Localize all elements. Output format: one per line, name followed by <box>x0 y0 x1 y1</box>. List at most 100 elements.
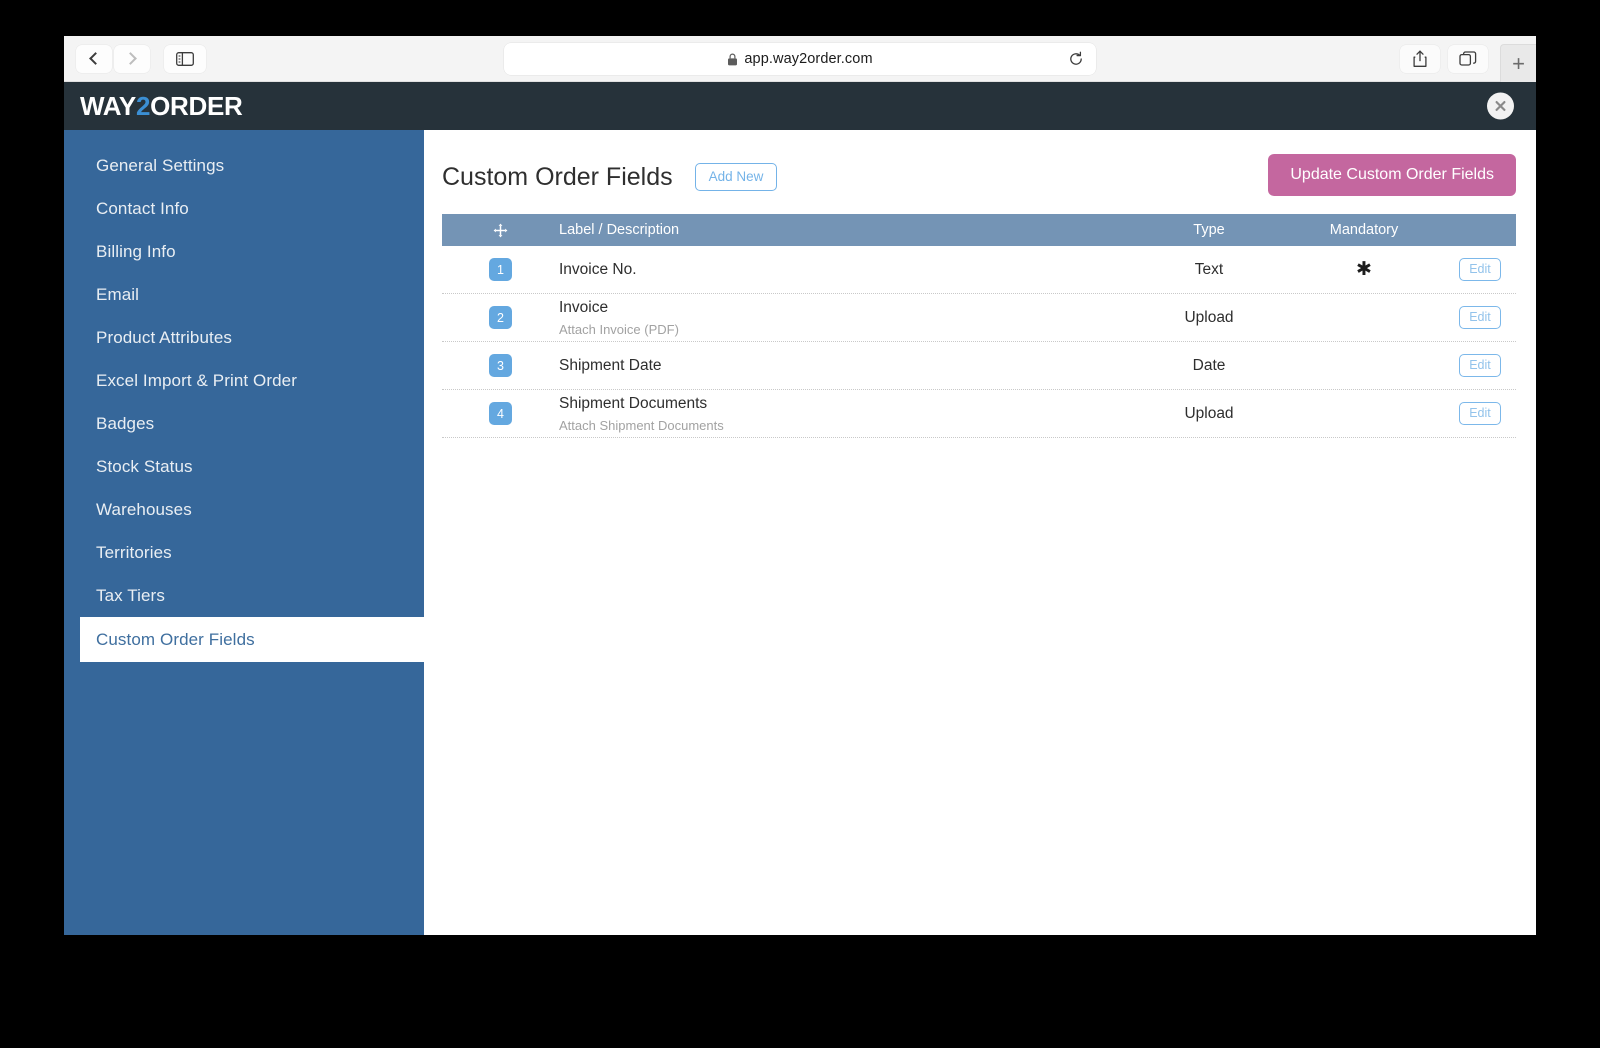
edit-button[interactable]: Edit <box>1459 354 1501 377</box>
sidebar-item-label: Excel Import & Print Order <box>96 370 297 390</box>
logo-text-accent: 2 <box>135 90 151 121</box>
chevron-right-icon <box>124 52 137 65</box>
row-type: Upload <box>1184 308 1234 326</box>
url-text: app.way2order.com <box>744 51 873 67</box>
sidebar-item-label: Product Attributes <box>96 327 232 347</box>
add-new-button[interactable]: Add New <box>694 163 778 191</box>
chevron-left-icon <box>89 52 102 65</box>
address-bar[interactable]: app.way2order.com <box>504 43 1096 75</box>
move-handle-icon <box>493 223 508 237</box>
device-bezel: app.way2order.com + WAY2ORDER General Se… <box>0 0 1600 1048</box>
content-header: Custom Order Fields Add New Update Custo… <box>442 152 1516 202</box>
forward-button[interactable] <box>114 44 150 73</box>
app-header: WAY2ORDER <box>64 82 1536 130</box>
table-body: 1 Invoice No. Text ✱ Edit 2 Invoice Attach Invo… <box>442 246 1516 438</box>
logo-text-part2: ORDER <box>150 90 243 121</box>
sidebar-item-label: Contact Info <box>96 198 189 218</box>
address-bar-container: app.way2order.com <box>504 43 1096 75</box>
sidebar-item-label: Stock Status <box>96 456 193 476</box>
row-order-badge[interactable]: 1 <box>489 258 512 281</box>
sidebar-item-label: Tax Tiers <box>96 585 165 605</box>
reload-button[interactable] <box>1066 49 1086 69</box>
row-order-badge-cell: 3 <box>442 354 559 377</box>
share-button[interactable] <box>1400 45 1440 73</box>
toolbar-actions <box>1400 45 1488 73</box>
row-order-badge[interactable]: 4 <box>489 402 512 425</box>
lock-icon <box>728 53 738 65</box>
row-actions-cell: Edit <box>1444 402 1516 425</box>
page-title: Custom Order Fields <box>442 162 673 191</box>
sidebar-toggle-icon <box>176 51 194 66</box>
sidebar-item-general-settings[interactable]: General Settings <box>64 144 424 187</box>
sidebar-item-label: General Settings <box>96 155 225 175</box>
edit-button[interactable]: Edit <box>1459 306 1501 329</box>
row-label: Invoice No. <box>559 260 637 278</box>
sidebar-item-territories[interactable]: Territories <box>64 531 424 574</box>
custom-order-fields-table: Label / Description Type Mandatory 1 Invo… <box>442 214 1516 438</box>
edit-button[interactable]: Edit <box>1459 402 1501 425</box>
sidebar-item-custom-order-fields[interactable]: Custom Order Fields <box>80 617 424 662</box>
row-description: Attach Shipment Documents <box>559 417 724 433</box>
row-label: Shipment Date <box>559 356 662 374</box>
update-custom-order-fields-button[interactable]: Update Custom Order Fields <box>1268 154 1516 196</box>
table-header-row: Label / Description Type Mandatory <box>442 214 1516 246</box>
app-body: General Settings Contact Info Billing Info… <box>64 130 1536 935</box>
row-label: Invoice <box>559 298 609 316</box>
sidebar-item-label: Custom Order Fields <box>96 629 255 649</box>
sidebar-item-contact-info[interactable]: Contact Info <box>64 187 424 230</box>
row-order-badge-cell: 2 <box>442 306 559 329</box>
sidebar-item-tax-tiers[interactable]: Tax Tiers <box>64 574 424 617</box>
row-actions-cell: Edit <box>1444 354 1516 377</box>
tabs-overview-icon <box>1459 51 1477 66</box>
mandatory-asterisk-icon: ✱ <box>1356 258 1372 280</box>
row-type: Text <box>1194 260 1224 278</box>
tabs-overview-button[interactable] <box>1448 45 1488 73</box>
sidebar-item-label: Territories <box>96 542 172 562</box>
row-type: Upload <box>1184 404 1234 422</box>
row-label-cell: Shipment Date <box>559 357 1134 375</box>
reload-icon <box>1070 51 1082 65</box>
table-row: 1 Invoice No. Text ✱ Edit <box>442 246 1516 294</box>
table-row: 3 Shipment Date Date Edit <box>442 342 1516 390</box>
row-label-cell: Invoice Attach Invoice (PDF) <box>559 299 1134 337</box>
row-order-badge[interactable]: 2 <box>489 306 512 329</box>
logo-text-part1: WAY <box>80 90 136 121</box>
close-modal-button[interactable] <box>1487 92 1514 120</box>
row-order-badge-cell: 4 <box>442 402 559 425</box>
sidebar-item-excel-import-print-order[interactable]: Excel Import & Print Order <box>64 359 424 402</box>
edit-button[interactable]: Edit <box>1459 258 1501 281</box>
main-content: Custom Order Fields Add New Update Custo… <box>424 130 1536 935</box>
sidebar-item-label: Email <box>96 284 140 304</box>
back-button[interactable] <box>76 44 112 73</box>
app-logo: WAY2ORDER <box>80 91 243 122</box>
column-header-label: Label / Description <box>559 222 680 238</box>
column-header-type: Type <box>1193 222 1225 238</box>
browser-toolbar: app.way2order.com + <box>64 36 1536 82</box>
sidebar-item-warehouses[interactable]: Warehouses <box>64 488 424 531</box>
sidebar: General Settings Contact Info Billing Info… <box>64 130 424 935</box>
row-actions-cell: Edit <box>1444 306 1516 329</box>
column-header-handle <box>442 223 559 238</box>
sidebar-item-billing-info[interactable]: Billing Info <box>64 230 424 273</box>
sidebar-item-label: Warehouses <box>96 499 192 519</box>
row-label: Shipment Documents <box>559 394 708 412</box>
column-header-mandatory: Mandatory <box>1329 222 1399 238</box>
row-description: Attach Invoice (PDF) <box>559 321 679 337</box>
row-actions-cell: Edit <box>1444 258 1516 281</box>
sidebar-item-product-attributes[interactable]: Product Attributes <box>64 316 424 359</box>
row-type: Date <box>1192 356 1226 374</box>
sidebar-item-email[interactable]: Email <box>64 273 424 316</box>
row-label-cell: Invoice No. <box>559 261 1134 279</box>
sidebar-item-label: Badges <box>96 413 155 433</box>
sidebar-item-badges[interactable]: Badges <box>64 402 424 445</box>
sidebar-toggle-button[interactable] <box>164 44 206 73</box>
row-mandatory-cell: ✱ <box>1284 260 1444 280</box>
sidebar-item-stock-status[interactable]: Stock Status <box>64 445 424 488</box>
new-tab-button[interactable]: + <box>1500 44 1536 82</box>
row-order-badge[interactable]: 3 <box>489 354 512 377</box>
share-icon <box>1413 50 1427 67</box>
row-order-badge-cell: 1 <box>442 258 559 281</box>
close-icon <box>1495 100 1506 111</box>
row-label-cell: Shipment Documents Attach Shipment Docume… <box>559 395 1134 433</box>
table-row: 4 Shipment Documents Attach Shipment Docum… <box>442 390 1516 438</box>
